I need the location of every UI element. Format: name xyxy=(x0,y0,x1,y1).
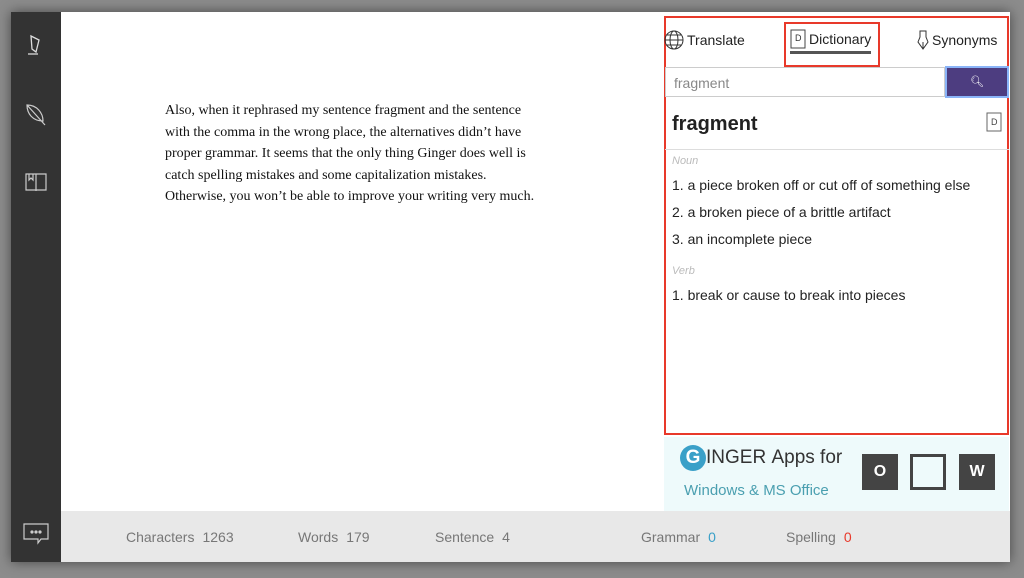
definition: 2. a broken piece of a brittle artifact xyxy=(672,204,891,220)
dictionary-icon: D xyxy=(986,112,1002,132)
definition: 1. break or cause to break into pieces xyxy=(672,287,906,303)
tab-label: Synonyms xyxy=(932,32,998,48)
ad-line2: Windows & MS Office xyxy=(684,482,829,499)
tab-dictionary[interactable]: D Dictionary xyxy=(790,29,872,54)
headword: fragment xyxy=(672,113,758,135)
tab-label: Translate xyxy=(687,32,745,48)
grammar-count[interactable]: Grammar 0 xyxy=(641,529,716,545)
sharepoint-icon xyxy=(910,454,946,490)
ginger-logo-icon: G xyxy=(680,445,706,471)
definition: 1. a piece broken off or cut off of some… xyxy=(672,177,971,193)
tab-translate[interactable]: Translate xyxy=(664,30,745,50)
sidebar xyxy=(11,12,61,562)
outlook-icon: O xyxy=(862,454,898,490)
pen-icon xyxy=(917,30,929,50)
sentence-count: Sentence 4 xyxy=(435,529,510,545)
ad-text: Apps for xyxy=(771,447,843,468)
app-window: Also, when it rephrased my sentence frag… xyxy=(11,12,1010,562)
document-text[interactable]: Also, when it rephrased my sentence frag… xyxy=(165,100,545,208)
word-icon: W xyxy=(959,454,995,490)
part-of-speech: Verb xyxy=(672,265,695,277)
words-count: Words 179 xyxy=(298,529,370,545)
tab-label: Dictionary xyxy=(809,31,872,47)
feather-icon[interactable] xyxy=(24,102,48,126)
svg-text:D: D xyxy=(795,33,802,43)
definition: 3. an incomplete piece xyxy=(672,231,813,247)
search-button[interactable]: 🔍︎ xyxy=(945,66,1009,98)
dictionary-icon: D xyxy=(790,29,806,49)
search-input[interactable]: fragment xyxy=(665,67,945,97)
search-icon: 🔍︎ xyxy=(970,76,984,88)
svg-text:D: D xyxy=(991,117,998,127)
ginger-apps-banner[interactable]: G INGER Apps for Windows & MS Office O W xyxy=(664,437,1009,511)
status-bar: Characters 1263 Words 179 Sentence 4 Gramma… xyxy=(61,511,1010,562)
highlighter-icon[interactable] xyxy=(24,34,48,58)
characters-count: Characters 1263 xyxy=(126,529,234,545)
chat-icon[interactable] xyxy=(23,522,49,546)
tab-synonyms[interactable]: Synonyms xyxy=(917,30,997,50)
spelling-count[interactable]: Spelling 0 xyxy=(786,529,852,545)
globe-icon xyxy=(664,30,684,50)
ad-line1: G INGER Apps for xyxy=(680,445,842,471)
book-icon[interactable] xyxy=(24,170,48,194)
part-of-speech: Noun xyxy=(672,155,699,167)
divider xyxy=(665,149,1009,150)
ad-brand: INGER xyxy=(706,447,767,468)
